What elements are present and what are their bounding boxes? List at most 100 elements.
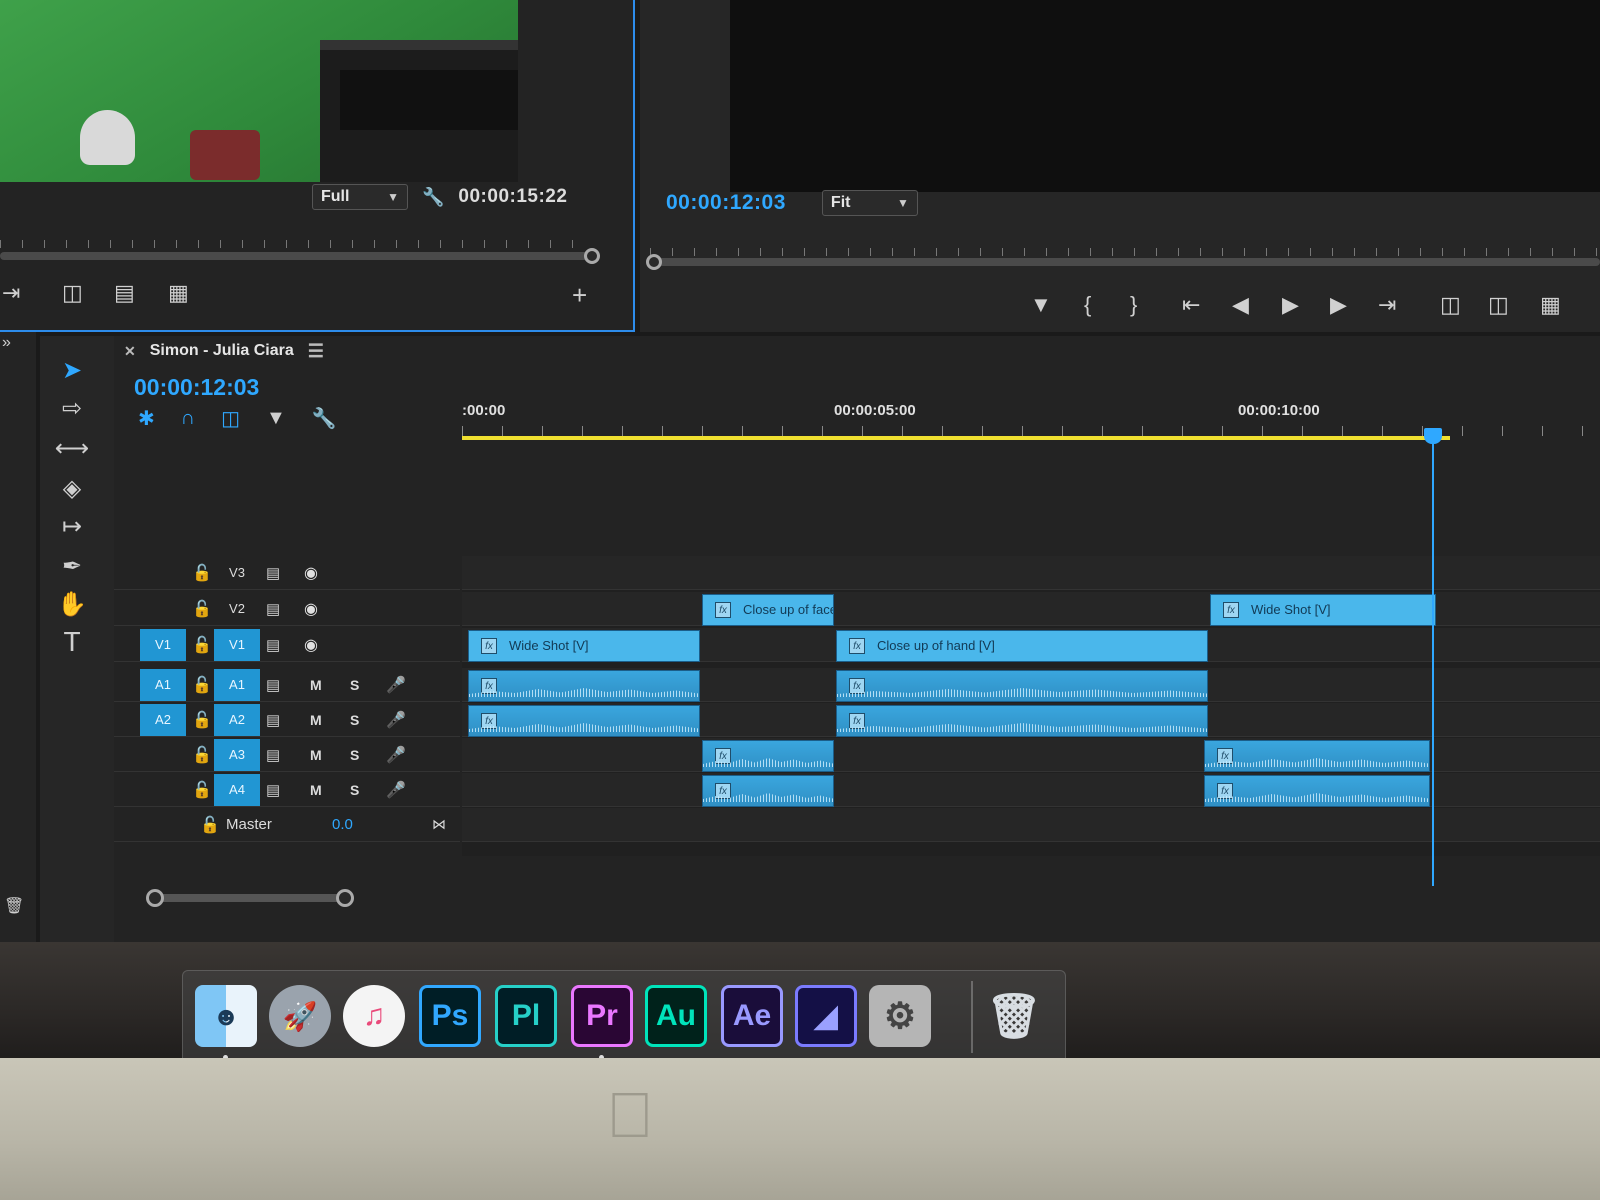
playhead-line[interactable]	[1432, 436, 1434, 886]
trash-icon[interactable]: 🗑	[983, 985, 1045, 1047]
mic-icon[interactable]: 🎤	[386, 710, 406, 730]
clip-close-up-of-hand[interactable]: fx Close up of hand [V]	[836, 630, 1208, 662]
audio-clip-a3[interactable]: fx	[1204, 740, 1430, 772]
track-name[interactable]: V1	[214, 628, 260, 661]
audio-clip-a1[interactable]: fx	[468, 670, 700, 702]
camera-icon[interactable]: ▦	[168, 280, 189, 306]
source-patch-a1[interactable]: A1	[140, 668, 186, 701]
sync-lock-icon[interactable]: ▤	[266, 564, 280, 582]
prelude-icon[interactable]: Pl	[495, 985, 557, 1047]
after-effects-icon[interactable]: Ae	[721, 985, 783, 1047]
solo-button[interactable]: S	[350, 712, 359, 728]
track-name[interactable]: A1	[214, 668, 260, 701]
sequence-tab[interactable]: ✕ Simon - Julia Ciara ☰	[124, 336, 324, 366]
go-to-in-icon[interactable]: ⇤	[1182, 292, 1200, 318]
audio-clip-a4[interactable]: fx	[702, 775, 834, 807]
source-resolution-select[interactable]: Full ▼	[312, 184, 408, 210]
mic-icon[interactable]: 🎤	[386, 780, 406, 800]
mute-button[interactable]: M	[310, 677, 322, 693]
mark-in-icon[interactable]: {	[1084, 292, 1091, 318]
mic-icon[interactable]: 🎤	[386, 675, 406, 695]
go-to-out-icon[interactable]: ⇥	[1378, 292, 1396, 318]
step-forward-icon[interactable]: ▶	[1330, 292, 1347, 318]
slip-icon[interactable]: ↦	[52, 510, 92, 542]
mute-button[interactable]: M	[310, 782, 322, 798]
timeline-timecode[interactable]: 00:00:12:03	[134, 374, 259, 401]
audition-icon[interactable]: Au	[645, 985, 707, 1047]
track-name[interactable]: A4	[214, 773, 260, 806]
extract-icon[interactable]: ◫	[1488, 292, 1509, 318]
close-icon[interactable]: ✕	[124, 343, 136, 360]
sync-lock-icon[interactable]: ▤	[266, 711, 280, 729]
insert-icon[interactable]: ◫	[62, 280, 83, 306]
sync-lock-icon[interactable]: ▤	[266, 636, 280, 654]
source-scrub-knob[interactable]	[584, 248, 600, 264]
lock-icon[interactable]: 🔓	[192, 599, 212, 619]
program-timecode[interactable]: 00:00:12:03	[666, 191, 786, 215]
type-icon[interactable]: T	[52, 626, 92, 658]
finder-icon[interactable]: ☻	[195, 985, 257, 1047]
pen-icon[interactable]: ✒	[52, 550, 92, 582]
hand-icon[interactable]: ✋	[52, 588, 92, 620]
linked-selection-icon[interactable]: ◫	[221, 406, 240, 431]
source-patch-v1[interactable]: V1	[140, 628, 186, 661]
nest-icon[interactable]: ✱	[138, 406, 155, 431]
track-select-icon[interactable]: ⇨	[52, 392, 92, 424]
eye-icon[interactable]: ◉	[304, 635, 318, 655]
wrench-icon[interactable]: 🔧	[422, 187, 444, 208]
program-scrub-bar[interactable]	[654, 258, 1600, 266]
music-icon[interactable]: ♫	[343, 985, 405, 1047]
mic-icon[interactable]: 🎤	[386, 745, 406, 765]
audio-clip-a1[interactable]: fx	[836, 670, 1208, 702]
overwrite-icon[interactable]: ▤	[114, 280, 135, 306]
sync-lock-icon[interactable]: ▤	[266, 781, 280, 799]
audio-clip-a2[interactable]: fx	[468, 705, 700, 737]
wrench-icon[interactable]: 🔧	[312, 406, 337, 431]
source-scrub-bar[interactable]	[0, 252, 592, 260]
track-name[interactable]: A2	[214, 703, 260, 736]
ripple-edit-icon[interactable]: ⟷	[52, 432, 92, 464]
solo-button[interactable]: S	[350, 747, 359, 763]
go-to-end-icon[interactable]: ⋈	[432, 816, 446, 833]
program-scrub-knob[interactable]	[646, 254, 662, 270]
clip-close-up-of-face[interactable]: fx Close up of face	[702, 594, 834, 626]
export-frame-icon[interactable]: ▦	[1540, 292, 1561, 318]
audio-clip-a4[interactable]: fx	[1204, 775, 1430, 807]
snap-icon[interactable]: ∩	[181, 406, 195, 431]
mark-out-icon[interactable]: }	[1130, 292, 1137, 318]
track-name[interactable]: V3	[214, 557, 260, 589]
eye-icon[interactable]: ◉	[304, 563, 318, 583]
clip-wide-shot-2[interactable]: fx Wide Shot [V]	[1210, 594, 1436, 626]
source-timecode[interactable]: 00:00:15:22	[458, 186, 567, 208]
track-name[interactable]: A3	[214, 738, 260, 771]
launchpad-icon[interactable]: 🚀	[269, 985, 331, 1047]
premiere-icon[interactable]: Pr	[571, 985, 633, 1047]
marker-icon[interactable]: ▼	[266, 406, 286, 431]
solo-button[interactable]: S	[350, 782, 359, 798]
sync-lock-icon[interactable]: ▤	[266, 676, 280, 694]
play-icon[interactable]: ▶	[1282, 292, 1299, 318]
razor-icon[interactable]: ◈	[52, 472, 92, 504]
solo-button[interactable]: S	[350, 677, 359, 693]
lock-icon[interactable]: 🔓	[192, 635, 212, 655]
eye-icon[interactable]: ◉	[304, 599, 318, 619]
sync-lock-icon[interactable]: ▤	[266, 746, 280, 764]
source-patch-a2[interactable]: A2	[140, 703, 186, 736]
master-volume-value[interactable]: 0.0	[332, 816, 353, 833]
clip-wide-shot-1[interactable]: fx Wide Shot [V]	[468, 630, 700, 662]
panel-menu-icon[interactable]: ☰	[308, 341, 324, 362]
mute-button[interactable]: M	[310, 747, 322, 763]
source-time-ruler[interactable]	[0, 228, 590, 248]
track-name[interactable]: V2	[214, 593, 260, 625]
panel-overflow-icon[interactable]: »	[2, 334, 11, 352]
step-back-icon[interactable]: ◀	[1232, 292, 1249, 318]
zoom-handle-left[interactable]	[146, 889, 164, 907]
lock-icon[interactable]: 🔓	[200, 815, 220, 835]
lift-icon[interactable]: ◫	[1440, 292, 1461, 318]
lane-v3[interactable]	[462, 556, 1600, 590]
sync-lock-icon[interactable]: ▤	[266, 600, 280, 618]
program-zoom-select[interactable]: Fit ▼	[821, 190, 918, 216]
audio-clip-a2[interactable]: fx	[836, 705, 1208, 737]
go-to-out-icon[interactable]: ⇥	[2, 280, 20, 306]
lock-icon[interactable]: 🔓	[192, 563, 212, 583]
